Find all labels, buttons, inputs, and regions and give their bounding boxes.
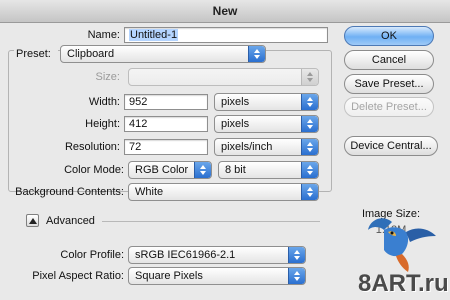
preset-label: Preset: xyxy=(14,48,58,60)
size-arrows-icon xyxy=(301,69,318,85)
pixel-aspect-label: Pixel Aspect Ratio: xyxy=(32,270,124,282)
preset-arrows-icon xyxy=(248,46,265,62)
width-unit-arrows-icon xyxy=(301,94,318,110)
ok-button[interactable]: OK xyxy=(344,26,434,46)
preset-value: Clipboard xyxy=(67,48,115,60)
delete-preset-button: Delete Preset... xyxy=(344,97,434,117)
device-central-button[interactable]: Device Central... xyxy=(344,136,438,156)
pixel-aspect-select[interactable]: Square Pixels xyxy=(128,267,306,285)
background-label: Background Contents: xyxy=(15,186,124,198)
resolution-field[interactable]: 72 xyxy=(124,139,208,155)
cancel-button[interactable]: Cancel xyxy=(344,50,434,70)
advanced-label: Advanced xyxy=(46,215,95,227)
pixel-aspect-arrows-icon xyxy=(288,268,305,284)
resolution-label: Resolution: xyxy=(64,141,120,153)
background-arrows-icon xyxy=(301,184,318,200)
watermark-text: 8ART.ru xyxy=(358,270,449,297)
name-field[interactable]: Untitled-1 xyxy=(124,27,328,43)
window-title: New xyxy=(0,0,450,23)
color-mode-select[interactable]: RGB Color xyxy=(128,161,212,179)
triangle-up-icon xyxy=(29,218,37,224)
height-unit-arrows-icon xyxy=(301,116,318,132)
resolution-unit-arrows-icon xyxy=(301,139,318,155)
pixel-aspect-value: Square Pixels xyxy=(135,270,203,282)
width-field[interactable]: 952 xyxy=(124,94,208,110)
background-value: White xyxy=(135,186,164,198)
width-unit-value: pixels xyxy=(221,96,250,108)
color-profile-select[interactable]: sRGB IEC61966-2.1 xyxy=(128,246,306,264)
background-select[interactable]: White xyxy=(128,183,319,201)
name-label: Name: xyxy=(87,29,120,41)
size-label: Size: xyxy=(95,71,120,83)
resolution-unit-select[interactable]: pixels/inch xyxy=(214,138,319,156)
bit-depth-arrows-icon xyxy=(301,162,318,178)
color-profile-value: sRGB IEC61966-2.1 xyxy=(135,249,236,261)
height-unit-value: pixels xyxy=(221,118,250,130)
parrot-logo-icon xyxy=(368,218,436,272)
advanced-divider xyxy=(102,221,320,222)
preset-select[interactable]: Clipboard xyxy=(60,45,266,63)
resolution-unit-value: pixels/inch xyxy=(221,141,273,153)
width-unit-select[interactable]: pixels xyxy=(214,93,319,111)
height-field[interactable]: 412 xyxy=(124,116,208,132)
color-mode-label: Color Mode: xyxy=(64,164,124,176)
height-unit-select[interactable]: pixels xyxy=(214,115,319,133)
color-profile-label: Color Profile: xyxy=(60,249,124,261)
advanced-toggle-button[interactable] xyxy=(26,214,39,227)
width-label: Width: xyxy=(88,96,120,108)
bit-depth-select[interactable]: 8 bit xyxy=(218,161,319,179)
color-mode-value: RGB Color xyxy=(135,164,189,176)
size-select xyxy=(128,68,319,86)
color-profile-arrows-icon xyxy=(288,247,305,263)
height-label: Height: xyxy=(85,118,120,130)
save-preset-button[interactable]: Save Preset... xyxy=(344,74,434,94)
bit-depth-value: 8 bit xyxy=(225,164,246,176)
color-mode-arrows-icon xyxy=(194,162,211,178)
name-value: Untitled-1 xyxy=(129,29,179,41)
